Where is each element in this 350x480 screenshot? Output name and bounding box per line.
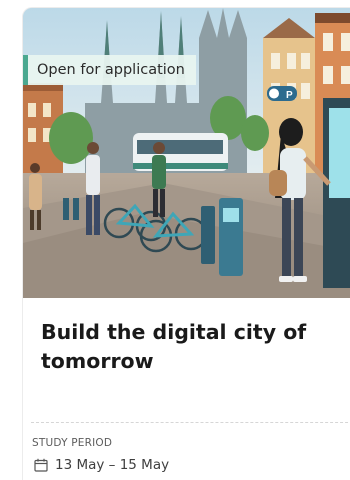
card-image[interactable]: P Open for application [23,8,350,298]
status-badge: Open for application [23,55,196,85]
study-period-dates: 13 May – 15 May [55,457,170,473]
svg-text:P: P [286,90,293,101]
status-badge-label: Open for application [37,62,185,78]
course-card[interactable]: P Open for application Build the digital… [22,7,350,480]
divider [31,422,350,423]
tram [133,133,228,171]
course-title[interactable]: Build the digital city of tomorrow [41,318,341,376]
calendar-icon [34,458,48,472]
parking-sign: P [267,86,297,101]
study-period: 13 May – 15 May [34,457,169,473]
study-period-label: STUDY PERIOD [32,437,113,449]
